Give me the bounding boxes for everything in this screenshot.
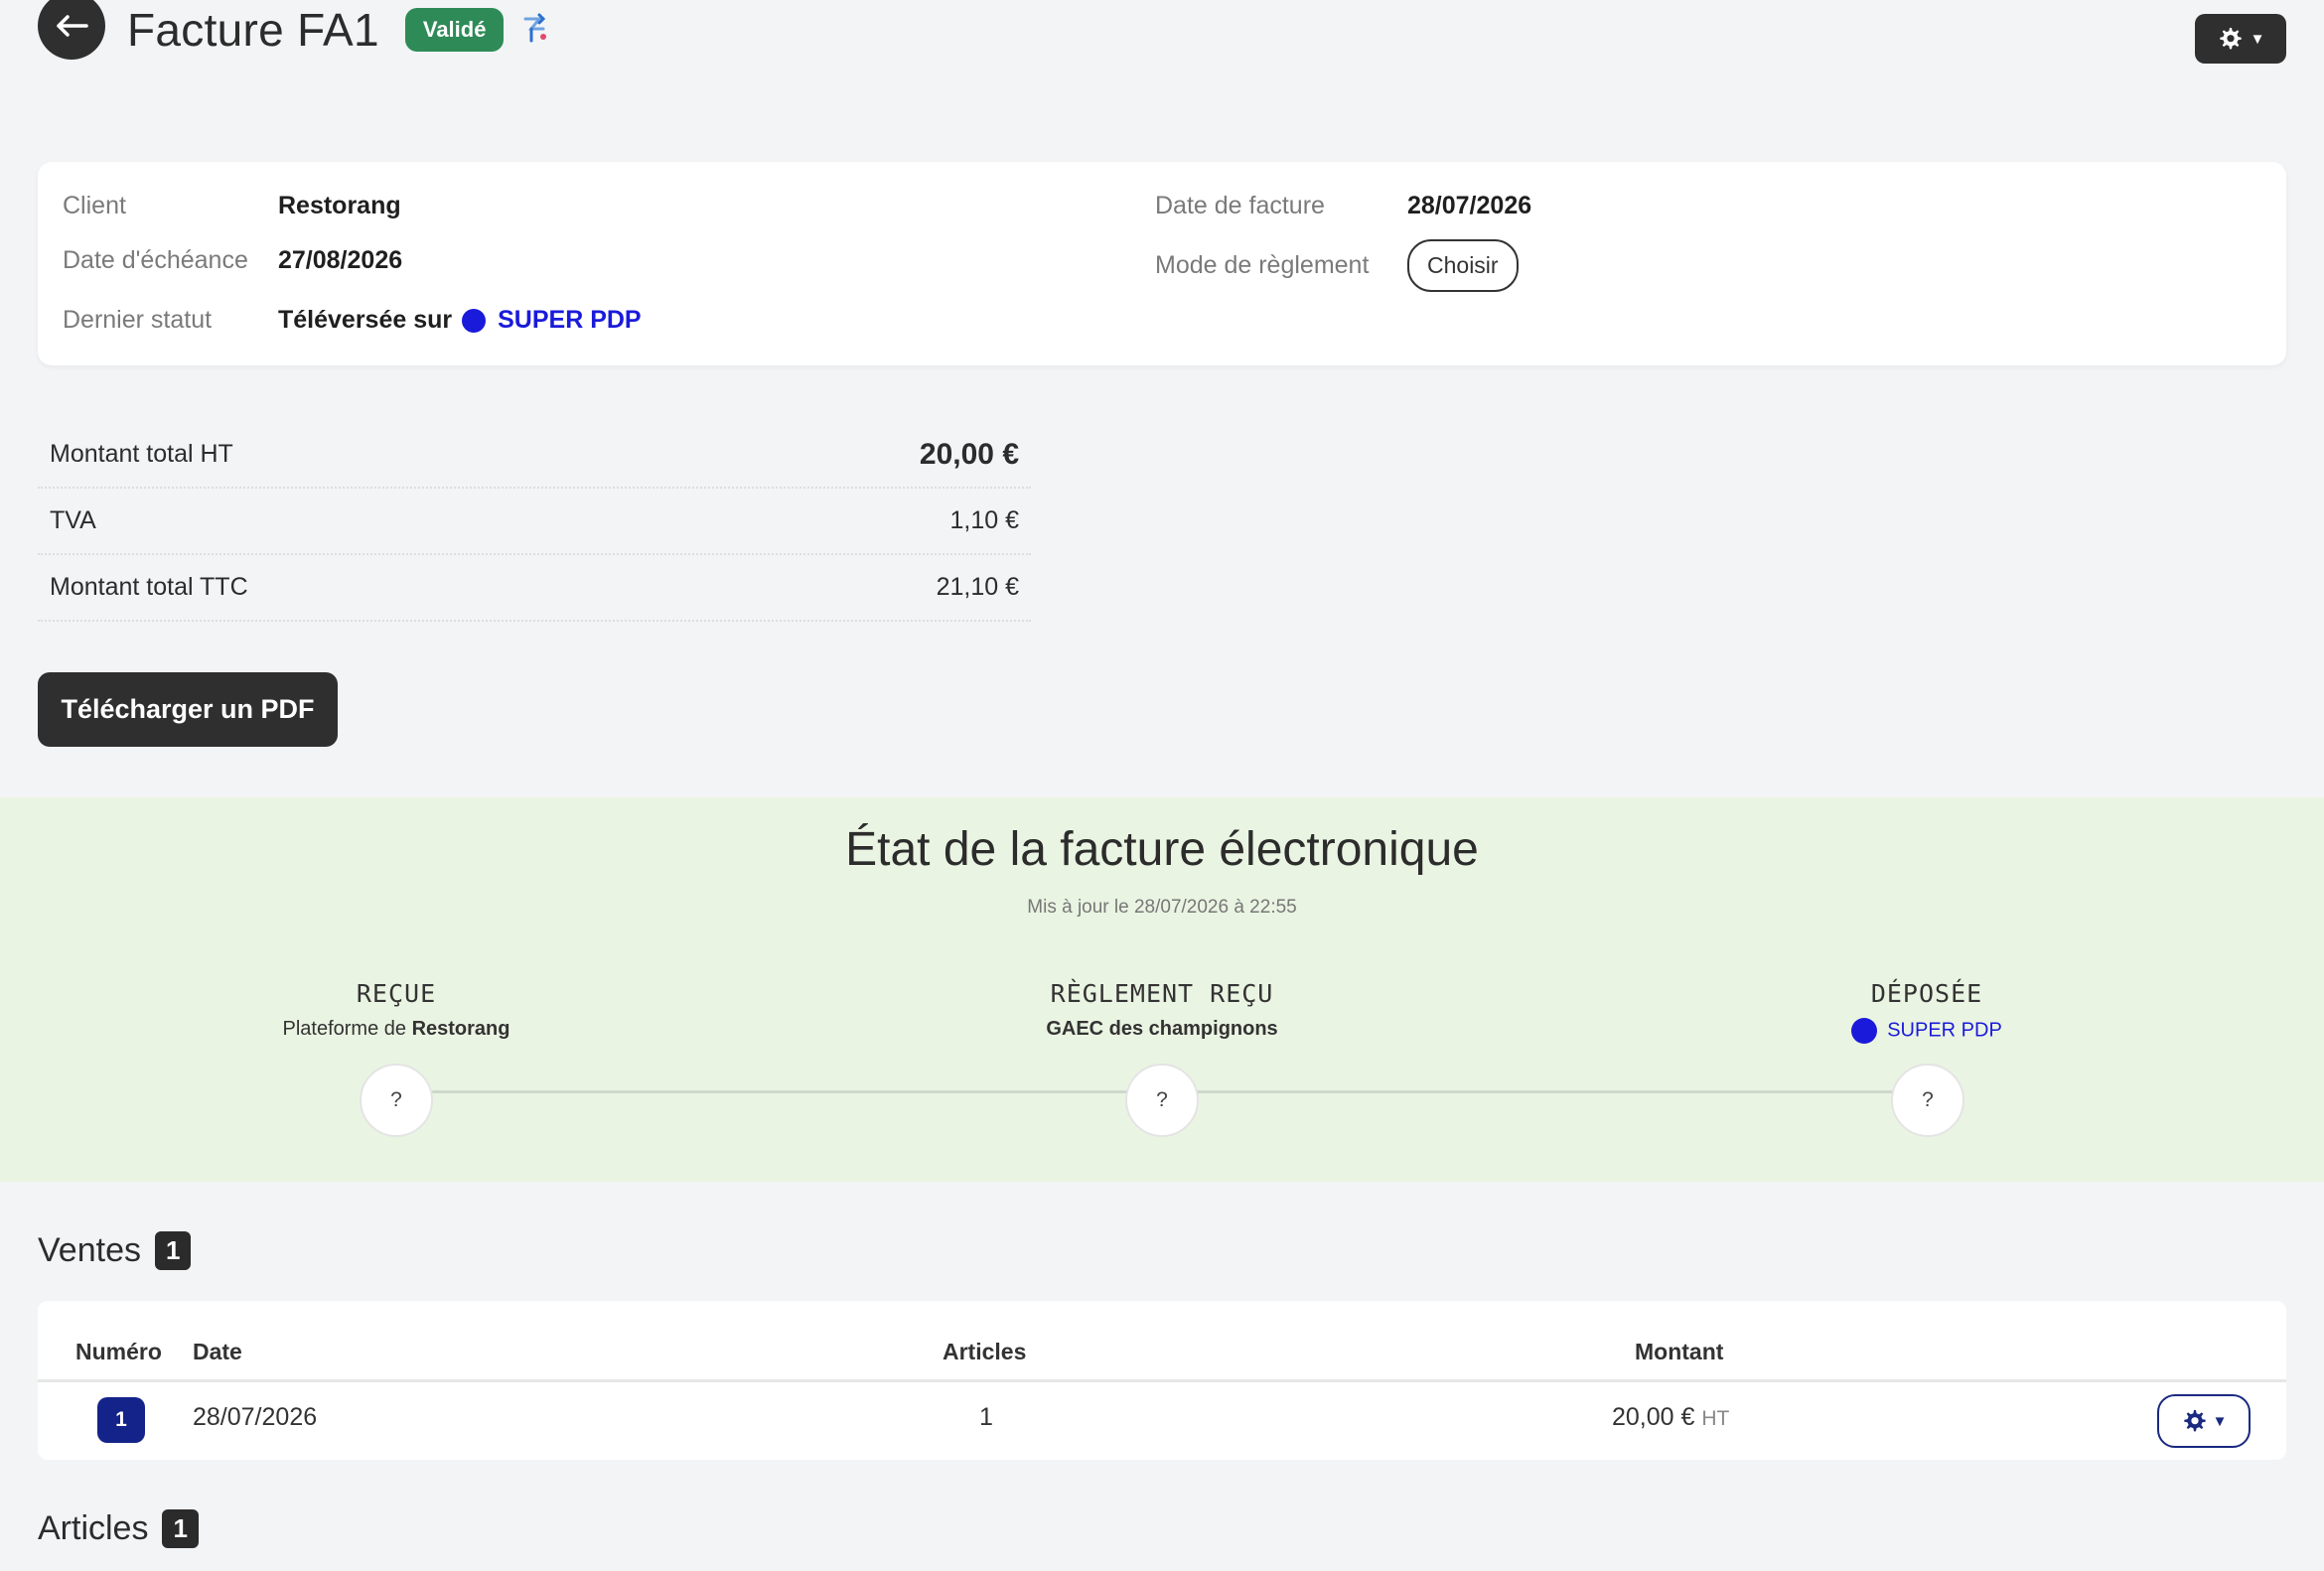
- due-date-row: Date d'échéance 27/08/2026: [63, 246, 402, 275]
- sale-articles: 1: [979, 1403, 993, 1431]
- pdp-dot-icon: [462, 308, 487, 333]
- sale-date: 28/07/2026: [193, 1403, 318, 1431]
- step-title: DÉPOSÉE: [1870, 979, 1983, 1008]
- step-title: REÇUE: [356, 979, 437, 1008]
- step-platform-link[interactable]: SUPER PDP: [1887, 1019, 2002, 1041]
- sale-number-badge[interactable]: 1: [97, 1397, 145, 1443]
- articles-count-badge: 1: [162, 1509, 199, 1548]
- column-header-montant: Montant: [1635, 1339, 1724, 1364]
- last-status-platform-link[interactable]: SUPER PDP: [498, 306, 641, 335]
- step-received-circle[interactable]: ?: [360, 1064, 433, 1137]
- total-ttc-label: Montant total TTC: [50, 573, 248, 601]
- step-sub-bold: Restorang: [411, 1018, 510, 1040]
- due-date-value: 27/08/2026: [278, 246, 403, 274]
- step-subtitle: Plateforme de Restorang: [198, 1018, 595, 1041]
- step-payment-received: RÈGLEMENT REÇU GAEC des champignons: [963, 979, 1361, 1041]
- back-button[interactable]: [38, 0, 105, 60]
- sale-row-settings-button[interactable]: ▼: [2157, 1394, 2251, 1448]
- gear-icon: [2183, 1410, 2206, 1432]
- step-sub-bold: GAEC des champignons: [1046, 1018, 1278, 1040]
- sale-amount-suffix: HT: [1701, 1407, 1730, 1430]
- arrow-left-icon: [57, 15, 88, 37]
- sale-amount-value: 20,00 €: [1612, 1403, 1695, 1431]
- ventes-section-title: Ventes 1: [38, 1231, 192, 1270]
- caret-down-icon: ▼: [2212, 1412, 2228, 1430]
- tva-row: TVA 1,10 €: [38, 489, 1031, 555]
- last-status-label: Dernier statut: [63, 306, 213, 334]
- step-title: RÈGLEMENT REÇU: [1050, 979, 1274, 1008]
- client-row: Client Restorang: [63, 192, 401, 220]
- gear-icon: [2219, 28, 2242, 50]
- total-ttc-row: Montant total TTC 21,10 €: [38, 555, 1031, 622]
- column-header-date: Date: [193, 1339, 242, 1364]
- payment-mode-row: Mode de règlement Choisir: [1155, 239, 1519, 292]
- page-settings-button[interactable]: ▼: [2195, 14, 2286, 64]
- ventes-title: Ventes: [38, 1231, 141, 1269]
- client-value: Restorang: [278, 192, 401, 219]
- step-subtitle: SUPER PDP: [1728, 1018, 2125, 1044]
- column-header-numero: Numéro: [75, 1339, 162, 1364]
- e-invoice-status-section: État de la facture électronique Mis à jo…: [0, 797, 2324, 1182]
- status-badge: Validé: [404, 8, 505, 52]
- table-divider: [38, 1379, 2286, 1382]
- payment-mode-label: Mode de règlement: [1155, 251, 1370, 279]
- sale-amount: 20,00 € HT: [1612, 1403, 1729, 1432]
- total-ht-value: 20,00 €: [919, 437, 1019, 471]
- articles-section-title: Articles 1: [38, 1509, 199, 1548]
- total-ttc-value: 21,10 €: [936, 573, 1019, 601]
- caret-down-icon: ▼: [2250, 30, 2265, 48]
- last-status-text: Téléversée sur: [278, 306, 453, 334]
- tva-value: 1,10 €: [949, 506, 1019, 534]
- articles-title: Articles: [38, 1509, 149, 1547]
- ventes-table: Numéro Date Articles Montant 1 28/07/202…: [38, 1301, 2286, 1460]
- choose-payment-mode-button[interactable]: Choisir: [1407, 239, 1519, 292]
- invoice-date-label: Date de facture: [1155, 192, 1325, 219]
- pdp-dot-icon: [1851, 1018, 1878, 1044]
- invoice-page: Facture FA1 Validé ▼ Client Restorang Da…: [0, 0, 2324, 1571]
- total-ht-row: Montant total HT 20,00 €: [38, 422, 1031, 489]
- total-ht-label: Montant total HT: [50, 440, 233, 468]
- page-title: Facture FA1: [127, 4, 379, 56]
- step-sub-prefix: Plateforme de: [282, 1018, 407, 1040]
- e-invoice-title: État de la facture électronique: [845, 823, 1479, 876]
- invoice-date-row: Date de facture 28/07/2026: [1155, 192, 1531, 220]
- ventes-count-badge: 1: [154, 1231, 192, 1270]
- invoice-date-value: 28/07/2026: [1407, 192, 1532, 219]
- step-deposited: DÉPOSÉE SUPER PDP: [1728, 979, 2125, 1044]
- totals-table: Montant total HT 20,00 € TVA 1,10 € Mont…: [38, 422, 1031, 622]
- e-invoice-icon: [517, 11, 551, 50]
- step-deposited-circle[interactable]: ?: [1891, 1064, 1964, 1137]
- download-pdf-button[interactable]: Télécharger un PDF: [38, 672, 338, 747]
- step-payment-received-circle[interactable]: ?: [1125, 1064, 1199, 1137]
- client-label: Client: [63, 192, 126, 219]
- tva-label: TVA: [50, 506, 96, 534]
- invoice-info-card: Client Restorang Date d'échéance 27/08/2…: [38, 162, 2286, 365]
- column-header-articles: Articles: [943, 1339, 1027, 1364]
- last-status-row: Dernier statut Téléversée sur SUPER PDP: [63, 306, 642, 335]
- step-received: REÇUE Plateforme de Restorang: [198, 979, 595, 1041]
- step-subtitle: GAEC des champignons: [963, 1018, 1361, 1041]
- page-header: Facture FA1 Validé: [38, 0, 551, 60]
- due-date-label: Date d'échéance: [63, 246, 248, 274]
- e-invoice-updated: Mis à jour le 28/07/2026 à 22:55: [1027, 897, 1297, 918]
